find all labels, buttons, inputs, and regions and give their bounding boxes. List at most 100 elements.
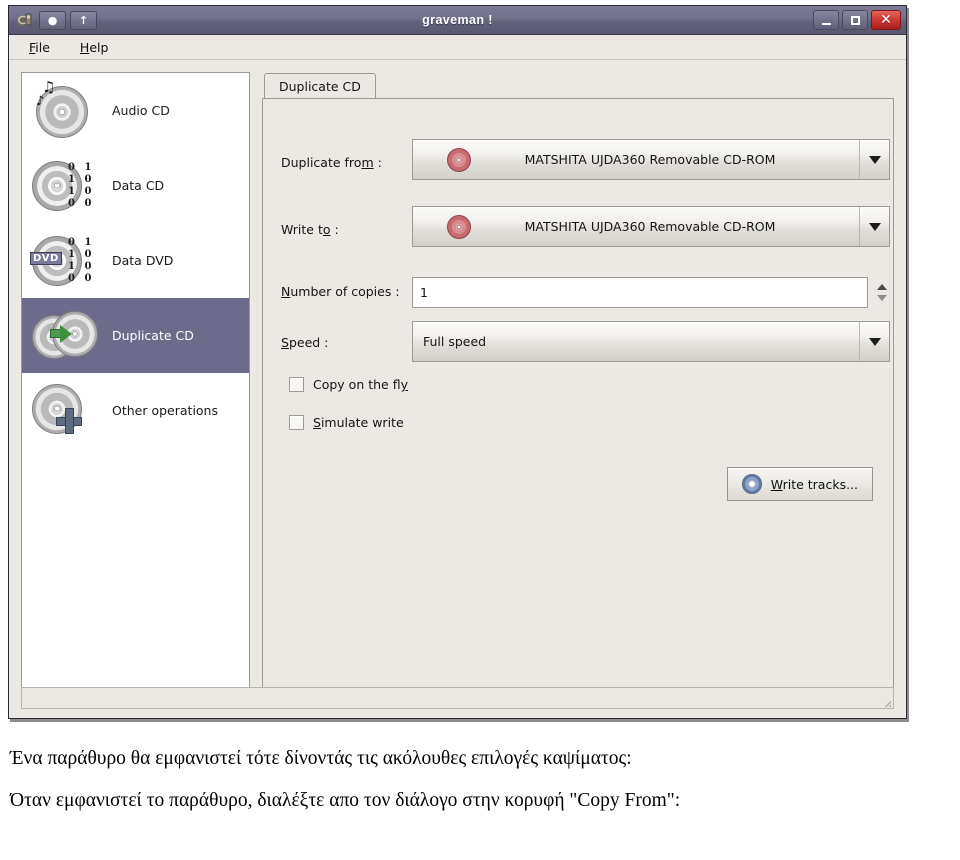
caption-text: Ένα παράθυρο θα εμφανιστεί τότε δίνοντάς… [10,745,940,814]
number-of-copies-input[interactable]: 1 [412,277,868,308]
duplicate-from-combobox[interactable]: MATSHITA UJDA360 Removable CD-ROM [412,139,890,180]
close-icon: ✕ [880,12,892,28]
app-icon [15,10,35,30]
record-icon: ● [47,13,58,27]
speed-combobox[interactable]: Full speed [412,321,890,362]
number-of-copies-label-rest: umber of copies : [290,284,400,299]
write-disc-icon [741,474,762,494]
bits-row-2: 1 0 [68,260,95,272]
write-to-label-accel: o [322,222,331,237]
sidebar-list[interactable]: ♫ ♪ Audio CD 0 1 1 0 1 0 0 0 Data CD DVD… [21,72,250,689]
write-to-label-post: : [330,222,339,237]
number-of-copies-accel: N [281,284,291,299]
bits-row-0: 0 1 [68,236,95,248]
sidebar-item-other-operations[interactable]: Other operations [22,373,249,448]
duplicate-from-label-pre: Duplicate fro [281,155,362,170]
sidebar-item-label: Data CD [112,178,165,193]
number-of-copies-spinner[interactable]: 1 [412,277,890,308]
resize-grip[interactable] [875,691,891,707]
menu-bar: File Help [9,35,906,60]
window-controls: ✕ [813,10,903,30]
copy-on-the-fly-label: Copy on the fly [313,377,408,392]
titlebar-eject-button[interactable]: ↑ [70,10,97,30]
number-of-copies-value: 1 [420,285,428,300]
copy-on-the-fly-row[interactable]: Copy on the fly [289,377,408,392]
maximize-button[interactable] [842,10,868,30]
write-to-combobox[interactable]: MATSHITA UJDA360 Removable CD-ROM [412,206,890,247]
bits-row-1: 1 0 [68,173,95,185]
maximize-icon [850,15,860,25]
spinner-down-icon[interactable] [877,295,887,301]
minimize-button[interactable] [813,10,839,30]
menu-help-accel: H [79,39,90,55]
tab-page-duplicate-cd: Duplicate from : MATSHITA UJDA360 Remova… [262,98,894,689]
sidebar-item-label: Other operations [112,403,218,418]
menu-file-rest: ile [35,39,50,55]
simulate-write-checkbox[interactable] [289,415,304,430]
sidebar-item-data-cd[interactable]: 0 1 1 0 1 0 0 0 Data CD [22,148,249,223]
menu-item-help[interactable]: Help [76,38,113,57]
duplicate-from-label-accel: m [361,155,374,170]
speed-label-rest: peed : [288,335,329,350]
duplicate-from-label-post: : [373,155,382,170]
bits-row-3: 0 0 [68,197,95,209]
chevron-down-icon[interactable] [859,140,889,179]
bits-row-0: 0 1 [68,161,95,173]
cd-disc-icon [447,214,471,239]
speed-value: Full speed [423,334,487,349]
other-operations-icon [32,380,100,442]
plus-icon [56,407,82,434]
data-cd-icon: 0 1 1 0 1 0 0 0 [32,155,100,217]
write-to-label: Write to : [281,222,339,237]
audio-cd-icon: ♫ ♪ [32,78,100,142]
sidebar-item-audio-cd[interactable]: ♫ ♪ Audio CD [22,73,249,148]
titlebar-record-button[interactable]: ● [39,10,66,30]
sidebar-item-label: Audio CD [112,103,170,118]
menu-help-rest: elp [89,39,109,55]
duplicate-from-label: Duplicate from : [281,155,382,170]
data-dvd-icon: DVD 0 1 1 0 1 0 0 0 [30,230,100,292]
menu-item-file[interactable]: File [25,38,54,57]
write-to-value: MATSHITA UJDA360 Removable CD-ROM [524,219,776,234]
minimize-icon [821,22,831,25]
status-bar [21,687,894,709]
close-button[interactable]: ✕ [871,10,901,30]
tab-label: Duplicate CD [279,79,361,94]
sim-accel: S [313,415,321,430]
number-of-copies-label: Number of copies : [281,284,400,299]
tab-strip: Duplicate CD [262,72,894,99]
write-tracks-button[interactable]: Write tracks... [726,467,873,501]
spinner-up-icon[interactable] [877,284,887,290]
simulate-write-label: Simulate write [313,415,404,430]
window-body: ♫ ♪ Audio CD 0 1 1 0 1 0 0 0 Data CD DVD… [9,60,906,718]
caption-paragraph-1: Ένα παράθυρο θα εμφανιστεί τότε δίνοντάς… [10,748,632,769]
copy-on-the-fly-checkbox[interactable] [289,377,304,392]
notebook: Duplicate CD Duplicate from : MATSHITA U… [262,72,894,689]
sidebar-item-data-dvd[interactable]: DVD 0 1 1 0 1 0 0 0 Data DVD [22,223,249,298]
spinner-buttons[interactable] [874,277,890,308]
bits-row-2: 1 0 [68,185,95,197]
chevron-down-icon[interactable] [859,322,889,361]
wt-accel: W [770,476,783,492]
titlebar-left-buttons: ● ↑ [12,10,97,30]
chevron-down-icon[interactable] [859,207,889,246]
eject-arrow-icon: ↑ [78,13,89,27]
wt-post: rite tracks... [782,476,858,492]
tab-duplicate-cd[interactable]: Duplicate CD [264,73,376,99]
write-tracks-label: Write tracks... [771,477,858,492]
write-to-label-pre: Write t [281,222,323,237]
bits-row-1: 1 0 [68,248,95,260]
speed-label: Speed : [281,335,328,350]
bits-row-3: 0 0 [68,272,95,284]
dvd-badge: DVD [30,251,62,265]
sidebar-item-label: Data DVD [112,253,174,268]
caption-paragraph-2: Όταν εμφανιστεί το παράθυρο, διαλέξτε απ… [10,789,681,811]
title-bar[interactable]: ● ↑ graveman ! ✕ [9,6,906,35]
window-title: graveman ! [422,13,493,27]
sim-post: imulate write [320,415,404,430]
copy-fly-pre: Copy on the fl [313,377,401,392]
cd-disc-icon [447,147,471,172]
sidebar-item-duplicate-cd[interactable]: Duplicate CD [22,298,249,373]
simulate-write-row[interactable]: Simulate write [289,415,404,430]
copy-fly-accel: y [400,377,408,392]
